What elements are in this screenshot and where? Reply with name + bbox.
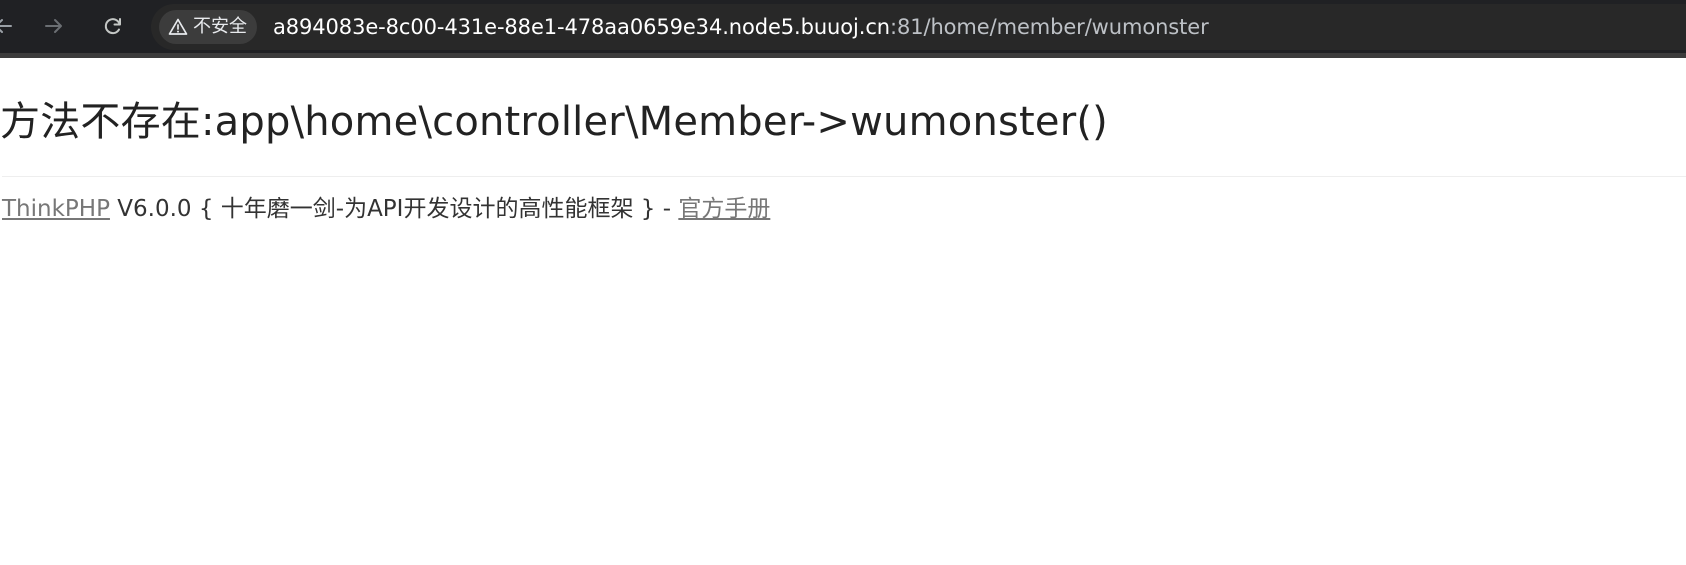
- security-indicator[interactable]: 不安全: [159, 10, 257, 44]
- url-path: :81/home/member/wumonster: [890, 15, 1209, 39]
- reload-icon: [104, 18, 121, 35]
- version-text: V6.0.0 { 十年磨一剑-为API开发设计的高性能框架 } -: [109, 196, 679, 222]
- manual-link[interactable]: 官方手册: [678, 196, 770, 222]
- thinkphp-link[interactable]: ThinkPHP: [2, 196, 110, 222]
- warning-triangle-icon: [168, 18, 188, 35]
- back-button[interactable]: [0, 9, 20, 43]
- forward-arrow-icon: [45, 19, 62, 33]
- framework-footer: ThinkPHP V6.0.0 { 十年磨一剑-为API开发设计的高性能框架 }…: [2, 194, 770, 224]
- security-label: 不安全: [193, 16, 247, 37]
- url-host: a894083e-8c00-431e-88e1-478aa0659e34.nod…: [273, 15, 890, 39]
- address-bar[interactable]: 不安全 a894083e-8c00-431e-88e1-478aa0659e34…: [151, 4, 1686, 50]
- url-text[interactable]: a894083e-8c00-431e-88e1-478aa0659e34.nod…: [273, 4, 1209, 50]
- forward-button[interactable]: [37, 9, 71, 43]
- back-arrow-icon: [0, 19, 12, 33]
- error-title: 方法不存在:app\home\controller\Member->wumons…: [0, 99, 1108, 145]
- browser-toolbar: 不安全 a894083e-8c00-431e-88e1-478aa0659e34…: [0, 0, 1686, 58]
- reload-button[interactable]: [96, 9, 130, 43]
- divider: [2, 176, 1686, 177]
